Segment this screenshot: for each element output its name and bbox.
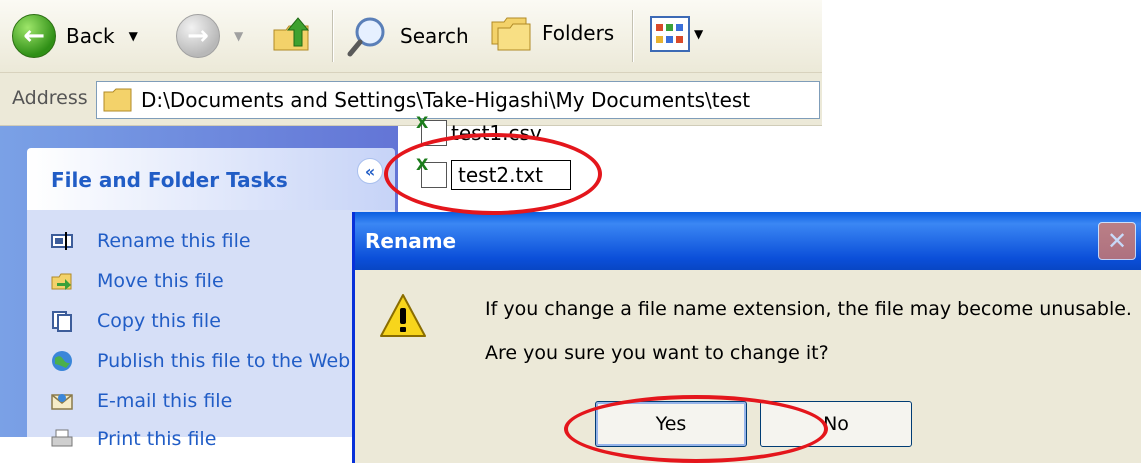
forward-button[interactable]: → ▼ <box>176 14 243 58</box>
publish-icon <box>51 350 73 372</box>
print-icon <box>51 428 73 450</box>
task-publish-file[interactable]: Publish this file to the Web <box>51 350 350 372</box>
file-and-folder-tasks-panel: File and Folder Tasks « Rename this file… <box>27 148 395 450</box>
back-dropdown-icon[interactable]: ▼ <box>129 29 138 43</box>
no-button[interactable]: No <box>760 401 912 447</box>
forward-arrow-icon: → <box>176 14 220 58</box>
dialog-title: Rename <box>365 229 457 253</box>
email-icon <box>51 390 73 412</box>
file-item-test1[interactable]: X test1.csv <box>416 113 542 146</box>
task-panel-body: Rename this file Move this file Copy thi… <box>27 210 395 450</box>
rename-input[interactable]: test2.txt <box>451 160 571 190</box>
search-label: Search <box>400 24 469 48</box>
folder-icon <box>103 88 132 112</box>
dialog-message: If you change a file name extension, the… <box>485 298 1132 320</box>
task-label: Move this file <box>97 270 224 292</box>
task-rename-file[interactable]: Rename this file <box>51 230 251 252</box>
task-label: Publish this file to the Web <box>97 350 351 372</box>
file-item-test2[interactable]: X test2.txt <box>416 155 571 190</box>
back-arrow-icon: ← <box>12 14 56 58</box>
search-button[interactable]: Search <box>346 14 469 58</box>
dialog-titlebar[interactable]: Rename ✕ <box>355 212 1141 270</box>
folders-label: Folders <box>542 21 615 45</box>
file-name: test1.csv <box>451 121 542 145</box>
views-dropdown-icon[interactable]: ▼ <box>694 27 703 41</box>
warning-icon <box>380 294 426 337</box>
forward-dropdown-icon[interactable]: ▼ <box>234 29 243 43</box>
task-pane: File and Folder Tasks « Rename this file… <box>0 126 398 450</box>
yes-button[interactable]: Yes <box>595 401 747 447</box>
task-label: E-mail this file <box>97 390 233 412</box>
rename-dialog: Rename ✕ If you change a file name exten… <box>352 212 1141 463</box>
dialog-question: Are you sure you want to change it? <box>485 342 829 364</box>
excel-text-file-icon: X <box>416 113 447 146</box>
task-panel-header[interactable]: File and Folder Tasks « <box>27 148 395 210</box>
task-email-file[interactable]: E-mail this file <box>51 390 232 412</box>
toolbar-separator <box>332 10 334 62</box>
task-label: Rename this file <box>97 230 251 252</box>
address-bar: Address D:\Documents and Settings\Take-H… <box>0 73 822 126</box>
address-field[interactable]: D:\Documents and Settings\Take-Higashi\M… <box>96 81 820 119</box>
views-icon <box>650 16 690 52</box>
move-icon <box>51 270 73 292</box>
task-print-file[interactable]: Print this file <box>51 428 216 450</box>
back-label: Back <box>66 24 115 48</box>
task-panel-title: File and Folder Tasks <box>51 168 288 192</box>
folders-button[interactable]: Folders <box>490 14 614 52</box>
task-label: Print this file <box>97 428 217 450</box>
explorer-toolbar: ← Back ▼ → ▼ Search Folders ▼ <box>0 0 822 73</box>
excel-text-file-icon: X <box>416 155 447 188</box>
collapse-icon[interactable]: « <box>357 158 383 184</box>
search-icon <box>347 17 385 57</box>
task-copy-file[interactable]: Copy this file <box>51 310 221 332</box>
copy-icon <box>51 310 73 332</box>
task-move-file[interactable]: Move this file <box>51 270 224 292</box>
address-label: Address <box>12 87 88 109</box>
back-button[interactable]: ← Back ▼ <box>12 14 138 58</box>
folders-icon <box>491 17 531 51</box>
rename-icon <box>51 230 73 252</box>
close-icon[interactable]: ✕ <box>1098 222 1136 260</box>
file-list: X test1.csv X test2.txt <box>399 113 822 226</box>
address-path: D:\Documents and Settings\Take-Higashi\M… <box>141 88 751 112</box>
views-button[interactable]: ▼ <box>650 16 703 52</box>
up-folder-icon[interactable] <box>272 16 312 54</box>
toolbar-separator <box>632 10 634 62</box>
task-label: Copy this file <box>97 310 221 332</box>
